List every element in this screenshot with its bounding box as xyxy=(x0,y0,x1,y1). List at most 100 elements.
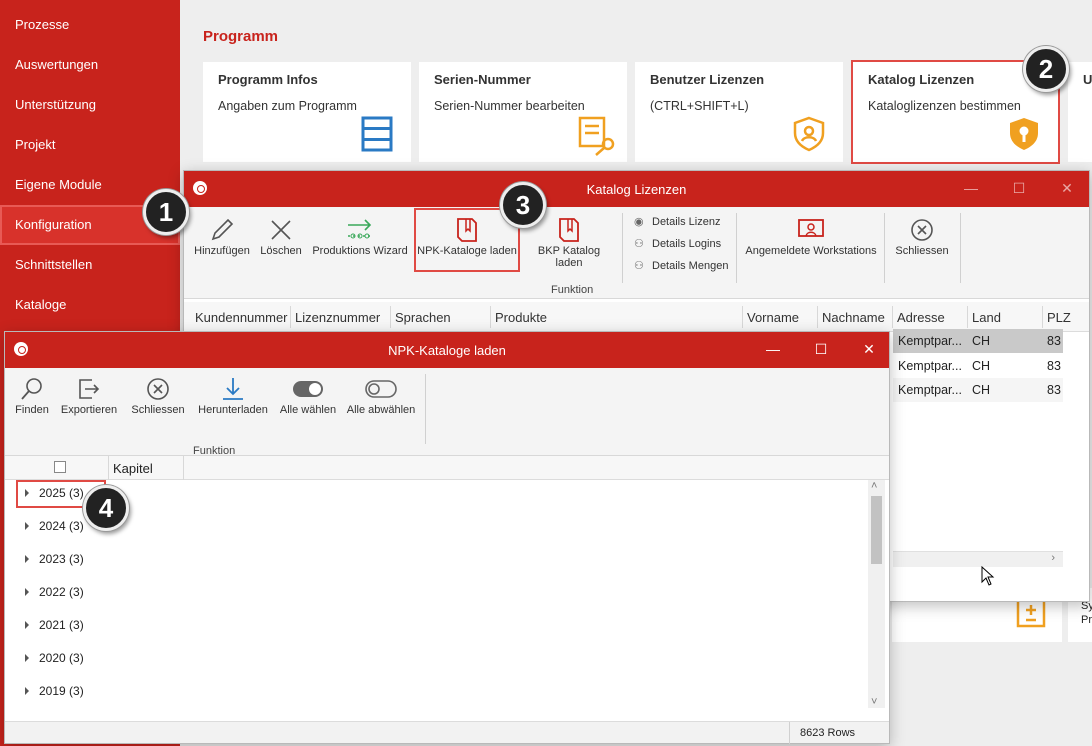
minimize-button[interactable]: — xyxy=(763,341,783,359)
close-circle-icon xyxy=(147,378,169,400)
column-separator xyxy=(183,456,184,480)
schliessen-button[interactable]: Schliessen xyxy=(127,374,189,416)
schliessen-button[interactable]: Schliessen xyxy=(892,215,952,257)
column-header[interactable]: Sprachen xyxy=(395,310,451,325)
column-header[interactable]: Lizenznummer xyxy=(295,310,380,325)
sidebar-item-prozesse[interactable]: Prozesse xyxy=(0,5,180,45)
plus-minus-icon xyxy=(1016,598,1046,628)
tree-row-label: 2019 (3) xyxy=(39,684,84,698)
button-label: Details Lizenz xyxy=(652,216,721,228)
shield-user-icon xyxy=(793,116,825,152)
row-count: 8623 Rows xyxy=(800,727,856,739)
scroll-right-icon[interactable]: › xyxy=(1051,552,1055,564)
list-icon xyxy=(361,116,393,152)
hinzufuegen-button[interactable]: Hinzufügen xyxy=(192,215,252,257)
alle-waehlen-button[interactable]: Alle wählen xyxy=(277,374,339,416)
produktions-wizard-button[interactable]: Produktions Wizard xyxy=(310,215,410,257)
maximize-button[interactable]: ☐ xyxy=(811,341,831,359)
scroll-up-icon[interactable]: ˄ xyxy=(871,480,877,492)
details-mengen-button[interactable]: ⚇ Details Mengen xyxy=(634,259,728,272)
expand-arrow-icon[interactable] xyxy=(25,654,29,662)
close-button[interactable]: ✕ xyxy=(859,341,879,359)
column-header[interactable]: Vorname xyxy=(747,310,799,325)
npk-kataloge-laden-button[interactable]: NPK-Kataloge laden xyxy=(414,208,520,272)
vertical-scrollbar[interactable]: ˄ ˅ xyxy=(868,480,885,708)
export-icon xyxy=(79,379,100,399)
column-header-kapitel[interactable]: Kapitel xyxy=(113,461,153,476)
column-separator xyxy=(892,306,893,328)
button-label: Alle abwählen xyxy=(346,404,416,416)
button-label: Löschen xyxy=(260,245,302,257)
horizontal-scrollbar[interactable]: › xyxy=(893,551,1063,567)
close-button[interactable]: ✕ xyxy=(1057,180,1077,198)
bkp-katalog-laden-button[interactable]: BKP Katalog laden xyxy=(524,215,614,269)
column-separator xyxy=(108,456,109,480)
cell-land: CH xyxy=(972,334,991,348)
book-icon xyxy=(559,218,579,242)
titlebar: NPK-Kataloge laden — ☐ ✕ xyxy=(5,332,889,368)
cell-adresse: Kemptpar... xyxy=(898,359,962,373)
loeschen-button[interactable]: Löschen xyxy=(258,215,304,257)
column-header[interactable]: Produkte xyxy=(495,310,547,325)
details-lizenz-button[interactable]: ◉ Details Lizenz xyxy=(634,215,720,228)
expand-arrow-icon[interactable] xyxy=(25,588,29,596)
herunterladen-button[interactable]: Herunterladen xyxy=(195,374,271,416)
tile-programm-infos[interactable]: Programm Infos Angaben zum Programm xyxy=(203,62,411,162)
cell-plz: 83 xyxy=(1047,334,1061,348)
column-separator xyxy=(390,306,391,328)
expand-arrow-icon[interactable] xyxy=(25,621,29,629)
button-label: Schliessen xyxy=(895,245,949,257)
ribbon: Finden Exportieren Schliessen Herunterla… xyxy=(5,368,889,457)
column-header[interactable]: Adresse xyxy=(897,310,945,325)
alle-abwaehlen-button[interactable]: Alle abwählen xyxy=(345,374,417,416)
column-header[interactable]: Kundennummer xyxy=(195,310,288,325)
cell-land: CH xyxy=(972,383,991,397)
section-title: Programm xyxy=(203,28,279,45)
table-row[interactable]: Kemptpar... CH 83 xyxy=(893,329,1063,353)
tile-title: U xyxy=(1083,72,1092,87)
expand-arrow-icon[interactable] xyxy=(25,555,29,563)
tile-title: Programm Infos xyxy=(218,72,318,87)
column-separator xyxy=(967,306,968,328)
sidebar-item-auswertungen[interactable]: Auswertungen xyxy=(0,45,180,85)
maximize-button[interactable]: ☐ xyxy=(1009,180,1029,198)
window-title: NPK-Kataloge laden xyxy=(388,343,506,358)
column-header[interactable]: Land xyxy=(972,310,1001,325)
tile-benutzer-lizenzen[interactable]: Benutzer Lizenzen (CTRL+SHIFT+L) xyxy=(635,62,843,162)
button-label: Hinzufügen xyxy=(194,245,250,257)
eye-icon: ◉ xyxy=(634,216,644,228)
close-circle-icon xyxy=(911,219,933,241)
toggle-on-icon xyxy=(293,381,323,397)
tile-partial[interactable]: U xyxy=(1068,62,1092,162)
scroll-down-icon[interactable]: ˅ xyxy=(871,696,877,708)
expand-arrow-icon[interactable] xyxy=(25,522,29,530)
tile-subtitle: Serien-Nummer bearbeiten xyxy=(434,99,585,113)
table-row[interactable]: Kemptpar... CH 83 xyxy=(893,354,1063,378)
expand-arrow-icon[interactable] xyxy=(25,687,29,695)
scrollbar-thumb[interactable] xyxy=(871,496,882,564)
ribbon-separator xyxy=(425,374,426,444)
button-label: Details Logins xyxy=(652,238,722,250)
toggle-off-icon xyxy=(365,380,397,398)
expand-arrow-icon[interactable] xyxy=(25,489,29,497)
column-header[interactable]: Nachname xyxy=(822,310,885,325)
sidebar-item-kataloge[interactable]: Kataloge xyxy=(0,285,180,325)
exportieren-button[interactable]: Exportieren xyxy=(57,374,121,416)
table-row[interactable]: Kemptpar... CH 83 xyxy=(893,378,1063,402)
select-all-checkbox[interactable] xyxy=(54,461,66,473)
finden-button[interactable]: Finden xyxy=(11,374,53,416)
sidebar-item-schnittstellen[interactable]: Schnittstellen xyxy=(0,245,180,285)
tile-title: Benutzer Lizenzen xyxy=(650,72,765,87)
column-header[interactable]: PLZ xyxy=(1047,310,1071,325)
details-logins-button[interactable]: ⚇ Details Logins xyxy=(634,237,721,250)
tile-serien-nummer[interactable]: Serien-Nummer Serien-Nummer bearbeiten xyxy=(419,62,627,162)
sidebar-item-unterstuetzung[interactable]: Unterstützung xyxy=(0,85,180,125)
minimize-button[interactable]: — xyxy=(961,180,981,198)
button-label: BKP Katalog laden xyxy=(537,245,601,269)
button-label: NPK-Kataloge laden xyxy=(417,245,517,257)
tree-row-label: 2021 (3) xyxy=(39,618,84,632)
angemeldete-workstations-button[interactable]: Angemeldete Workstations xyxy=(744,215,878,257)
column-separator xyxy=(1042,306,1043,328)
sidebar-item-projekt[interactable]: Projekt xyxy=(0,125,180,165)
tree-row-label: 2025 (3) xyxy=(39,486,84,500)
